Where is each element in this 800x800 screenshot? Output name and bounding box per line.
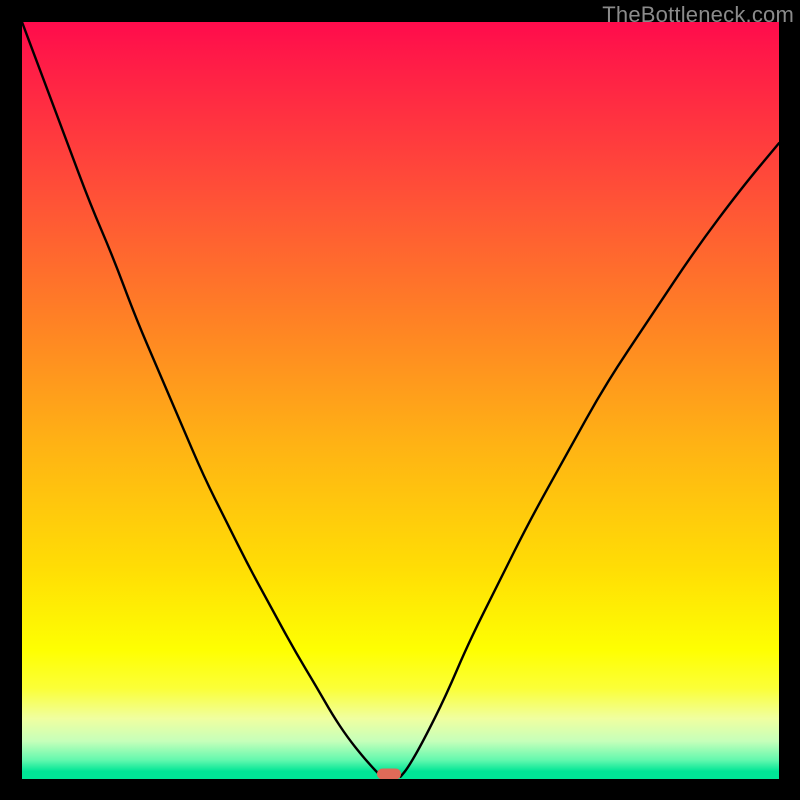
plot-area <box>22 22 779 779</box>
chart-stage: TheBottleneck.com <box>0 0 800 800</box>
optimal-point-marker <box>377 769 401 779</box>
bottleneck-curve-left <box>22 22 382 777</box>
curve-layer <box>22 22 779 779</box>
bottleneck-curve-right <box>401 143 780 777</box>
watermark-text: TheBottleneck.com <box>602 2 794 28</box>
